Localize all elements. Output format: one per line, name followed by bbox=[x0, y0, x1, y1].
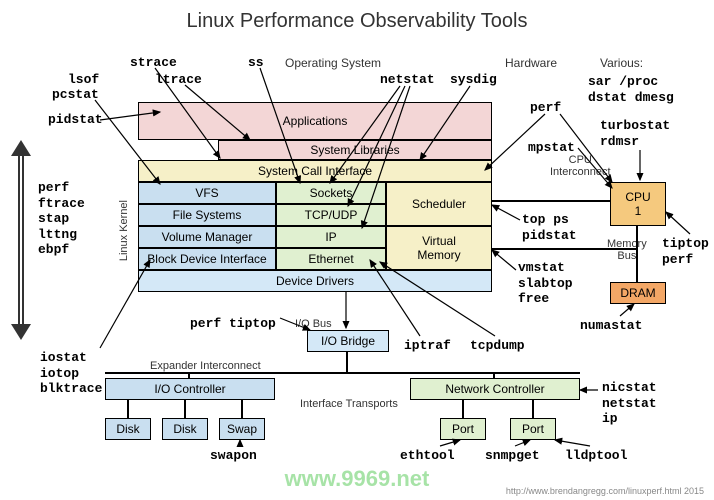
bus-vm-dram-h bbox=[492, 248, 638, 250]
tool-nicstat: nicstat netstat ip bbox=[602, 380, 657, 427]
bus-expander bbox=[105, 372, 580, 374]
tool-snmpget: snmpget bbox=[485, 448, 540, 464]
box-iobridge: I/O Bridge bbox=[307, 330, 389, 352]
bus-port1-stub bbox=[462, 400, 464, 418]
tool-numastat: numastat bbox=[580, 318, 642, 334]
tool-sar-proc: sar /proc dstat dmesg bbox=[588, 74, 674, 105]
tool-perf-tiptop: perf tiptop bbox=[190, 316, 276, 332]
bus-port2-stub bbox=[532, 400, 534, 418]
label-memory-bus: Memory Bus bbox=[607, 238, 647, 262]
tool-tcpdump: tcpdump bbox=[470, 338, 525, 354]
box-netctrl: Network Controller bbox=[410, 378, 580, 400]
box-fs: File Systems bbox=[138, 204, 276, 226]
label-linux-kernel: Linux Kernel bbox=[118, 200, 130, 261]
bus-swap-stub bbox=[241, 400, 243, 418]
label-expander: Expander Interconnect bbox=[150, 360, 261, 372]
tool-turbostat: turbostat rdmsr bbox=[600, 118, 670, 149]
label-various: Various: bbox=[600, 56, 643, 70]
bus-iobridge-down bbox=[346, 352, 348, 372]
tool-ss: ss bbox=[248, 55, 264, 71]
box-volmgr: Volume Manager bbox=[138, 226, 276, 248]
box-syslibs: System Libraries bbox=[218, 140, 492, 160]
tool-tiptop-perf: tiptop perf bbox=[662, 236, 709, 267]
box-dram: DRAM bbox=[610, 282, 666, 304]
tool-ltrace: ltrace bbox=[155, 72, 202, 88]
box-applications: Applications bbox=[138, 102, 492, 140]
box-port-1: Port bbox=[440, 418, 486, 440]
tool-iptraf: iptraf bbox=[404, 338, 451, 354]
vertical-range-arrow bbox=[12, 140, 30, 340]
box-ethernet: Ethernet bbox=[276, 248, 386, 270]
tool-sysdig: sysdig bbox=[450, 72, 497, 88]
tool-perf: perf bbox=[530, 100, 561, 116]
label-iobus: I/O Bus bbox=[295, 318, 332, 330]
box-disk-2: Disk bbox=[162, 418, 208, 440]
bus-sched-cpu bbox=[492, 200, 610, 202]
box-swap: Swap bbox=[219, 418, 265, 440]
tool-swapon: swapon bbox=[210, 448, 257, 464]
label-cpu-interconnect: CPU Interconnect bbox=[550, 154, 611, 178]
box-devdrv: Device Drivers bbox=[138, 270, 492, 292]
box-cpu: CPU 1 bbox=[610, 182, 666, 226]
tool-strace: strace bbox=[130, 55, 177, 71]
tool-perf-ftrace: perf ftrace stap lttng ebpf bbox=[38, 180, 85, 258]
label-hardware: Hardware bbox=[505, 56, 557, 70]
box-port-2: Port bbox=[510, 418, 556, 440]
box-virtmem: Virtual Memory bbox=[386, 226, 492, 270]
bus-cpu-dram bbox=[636, 226, 638, 282]
tool-ethtool: ethtool bbox=[400, 448, 455, 464]
bus-disk2-stub bbox=[184, 400, 186, 418]
tool-pidstat: pidstat bbox=[48, 112, 103, 128]
bus-disk1-stub bbox=[127, 400, 129, 418]
tool-iostat: iostat iotop blktrace bbox=[40, 350, 102, 397]
citation: http://www.brendangregg.com/linuxperf.ht… bbox=[506, 486, 704, 496]
label-interface: Interface Transports bbox=[300, 398, 398, 410]
box-syscall: System Call Interface bbox=[138, 160, 492, 182]
label-os: Operating System bbox=[285, 56, 381, 70]
box-blockdev: Block Device Interface bbox=[138, 248, 276, 270]
box-scheduler: Scheduler bbox=[386, 182, 492, 226]
bus-ioctrl-stub bbox=[188, 372, 190, 378]
box-tcpudp: TCP/UDP bbox=[276, 204, 386, 226]
tool-pcstat: pcstat bbox=[52, 87, 99, 103]
box-ioctrl: I/O Controller bbox=[105, 378, 275, 400]
tool-vmstat: vmstat slabtop free bbox=[518, 260, 573, 307]
box-vfs: VFS bbox=[138, 182, 276, 204]
tool-mpstat: mpstat bbox=[528, 140, 575, 156]
box-ip: IP bbox=[276, 226, 386, 248]
tool-netstat: netstat bbox=[380, 72, 435, 88]
tool-lldptool: lldptool bbox=[565, 448, 627, 464]
page-title: Linux Performance Observability Tools bbox=[0, 10, 714, 33]
tool-lsof: lsof bbox=[68, 72, 99, 88]
tool-top-ps: top ps pidstat bbox=[522, 212, 577, 243]
bus-netctrl-stub bbox=[493, 372, 495, 378]
box-sockets: Sockets bbox=[276, 182, 386, 204]
box-disk-1: Disk bbox=[105, 418, 151, 440]
